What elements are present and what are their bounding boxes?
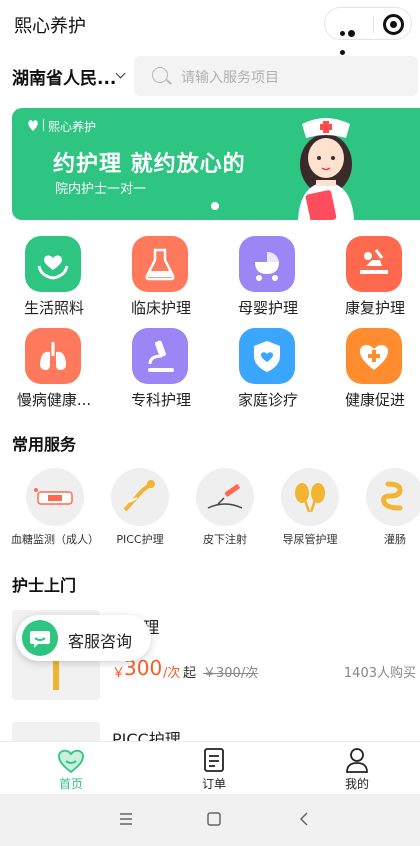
- tab-label: 首页: [58, 777, 83, 791]
- tab-orders[interactable]: 订单: [174, 742, 254, 795]
- plus-heart-icon: [346, 328, 402, 384]
- category-item[interactable]: 慢病健康...: [12, 320, 96, 409]
- tab-label: 我的: [344, 777, 369, 791]
- service-label: 皮下注射: [203, 533, 247, 546]
- back-icon[interactable]: [296, 811, 312, 827]
- microscope-icon: [132, 328, 188, 384]
- list-item[interactable]: PICC护理: [0, 722, 420, 742]
- category-label: 康复护理: [344, 299, 405, 317]
- profile-icon: [346, 748, 368, 773]
- category-label: 健康促进: [344, 391, 405, 409]
- massage-icon: [346, 236, 402, 292]
- mini-program-capsule: [324, 7, 412, 55]
- service-item[interactable]: PICC护理: [97, 468, 181, 548]
- flask-icon: [132, 236, 188, 292]
- more-icon[interactable]: [340, 21, 362, 55]
- order-icon: [204, 748, 224, 772]
- service-label: 导尿管护理: [282, 533, 338, 546]
- title-bar: 熙心养护: [0, 0, 420, 55]
- carousel-indicator: [211, 202, 219, 210]
- category-label: 母婴护理: [237, 299, 298, 317]
- category-item[interactable]: 专科护理: [119, 320, 203, 409]
- menu-icon[interactable]: [118, 811, 134, 827]
- category-item[interactable]: 康复护理: [333, 228, 417, 317]
- category-item[interactable]: 生活照料: [12, 228, 96, 317]
- category-label: 慢病健康...: [16, 391, 92, 409]
- service-item[interactable]: 导尿管护理: [267, 468, 351, 548]
- price-from: 起: [183, 666, 197, 681]
- lungs-icon: [25, 328, 81, 384]
- shield-heart-icon: [239, 328, 295, 384]
- banner-subline: 院内护士一对一: [55, 182, 147, 197]
- bottom-tab-bar: 首页 订单 我的: [0, 741, 420, 794]
- home-visit-title: 护士上门: [12, 576, 77, 595]
- category-label: 家庭诊疗: [237, 391, 298, 409]
- search-input[interactable]: 请输入服务项目: [134, 56, 418, 96]
- tab-label: 订单: [201, 777, 226, 791]
- nurse-illustration-icon: [298, 118, 354, 220]
- search-icon: [152, 67, 168, 83]
- tab-profile[interactable]: 我的: [317, 742, 397, 795]
- syringe-icon: [196, 468, 254, 526]
- system-nav-bar: [0, 794, 420, 846]
- kidney-icon: [281, 468, 339, 526]
- close-target-icon[interactable]: [383, 14, 404, 35]
- customer-service-button[interactable]: 客服咨询: [16, 615, 151, 661]
- category-label: 专科护理: [130, 391, 191, 409]
- glucose-meter-icon: [26, 468, 84, 526]
- category-item[interactable]: 母婴护理: [226, 228, 310, 317]
- banner-brand: 熙心养护: [48, 120, 97, 134]
- tab-home[interactable]: 首页: [31, 742, 111, 795]
- promo-banner[interactable]: 熙心养护 约护理 就约放心的 院内护士一对一: [12, 108, 420, 220]
- service-thumbnail: [12, 722, 100, 742]
- picc-icon: [111, 468, 169, 526]
- price-unit: /次: [163, 666, 181, 681]
- service-label: 血糖监测（成人）: [11, 533, 99, 546]
- brand-logo-icon: [28, 120, 38, 131]
- chat-bubble-icon: [22, 620, 58, 656]
- customer-service-label: 客服咨询: [68, 632, 133, 651]
- app-title: 熙心养护: [14, 16, 86, 37]
- service-label: PICC护理: [116, 533, 164, 546]
- category-label: 临床护理: [130, 299, 191, 317]
- capsule-divider: [373, 16, 374, 33]
- intestine-icon: [366, 468, 420, 526]
- banner-headline: 约护理 就约放心的: [53, 152, 246, 177]
- hands-heart-icon: [25, 236, 81, 292]
- service-item[interactable]: 血糖监测（成人）: [11, 468, 99, 548]
- chevron-down-icon[interactable]: [115, 68, 126, 79]
- service-label: 灌肠: [384, 533, 406, 546]
- category-item[interactable]: 家庭诊疗: [226, 320, 310, 409]
- category-item[interactable]: 临床护理: [119, 228, 203, 317]
- service-item[interactable]: 灌肠: [352, 468, 420, 548]
- category-item[interactable]: 健康促进: [333, 320, 417, 409]
- sold-count: 1403人购买: [343, 666, 416, 681]
- service-name: PICC护理: [112, 730, 181, 742]
- search-placeholder: 请输入服务项目: [181, 70, 279, 86]
- original-price: ￥300/次: [203, 666, 259, 681]
- category-label: 生活照料: [23, 299, 84, 317]
- location-selector[interactable]: 湖南省人民...: [12, 64, 116, 89]
- stroller-icon: [239, 236, 295, 292]
- logo-divider: [43, 119, 44, 131]
- home-square-icon[interactable]: [206, 811, 222, 827]
- location-search-bar: 湖南省人民... 请输入服务项目: [0, 52, 420, 100]
- home-heart-icon: [58, 749, 84, 774]
- common-services-title: 常用服务: [12, 435, 77, 454]
- service-item[interactable]: 皮下注射: [182, 468, 266, 548]
